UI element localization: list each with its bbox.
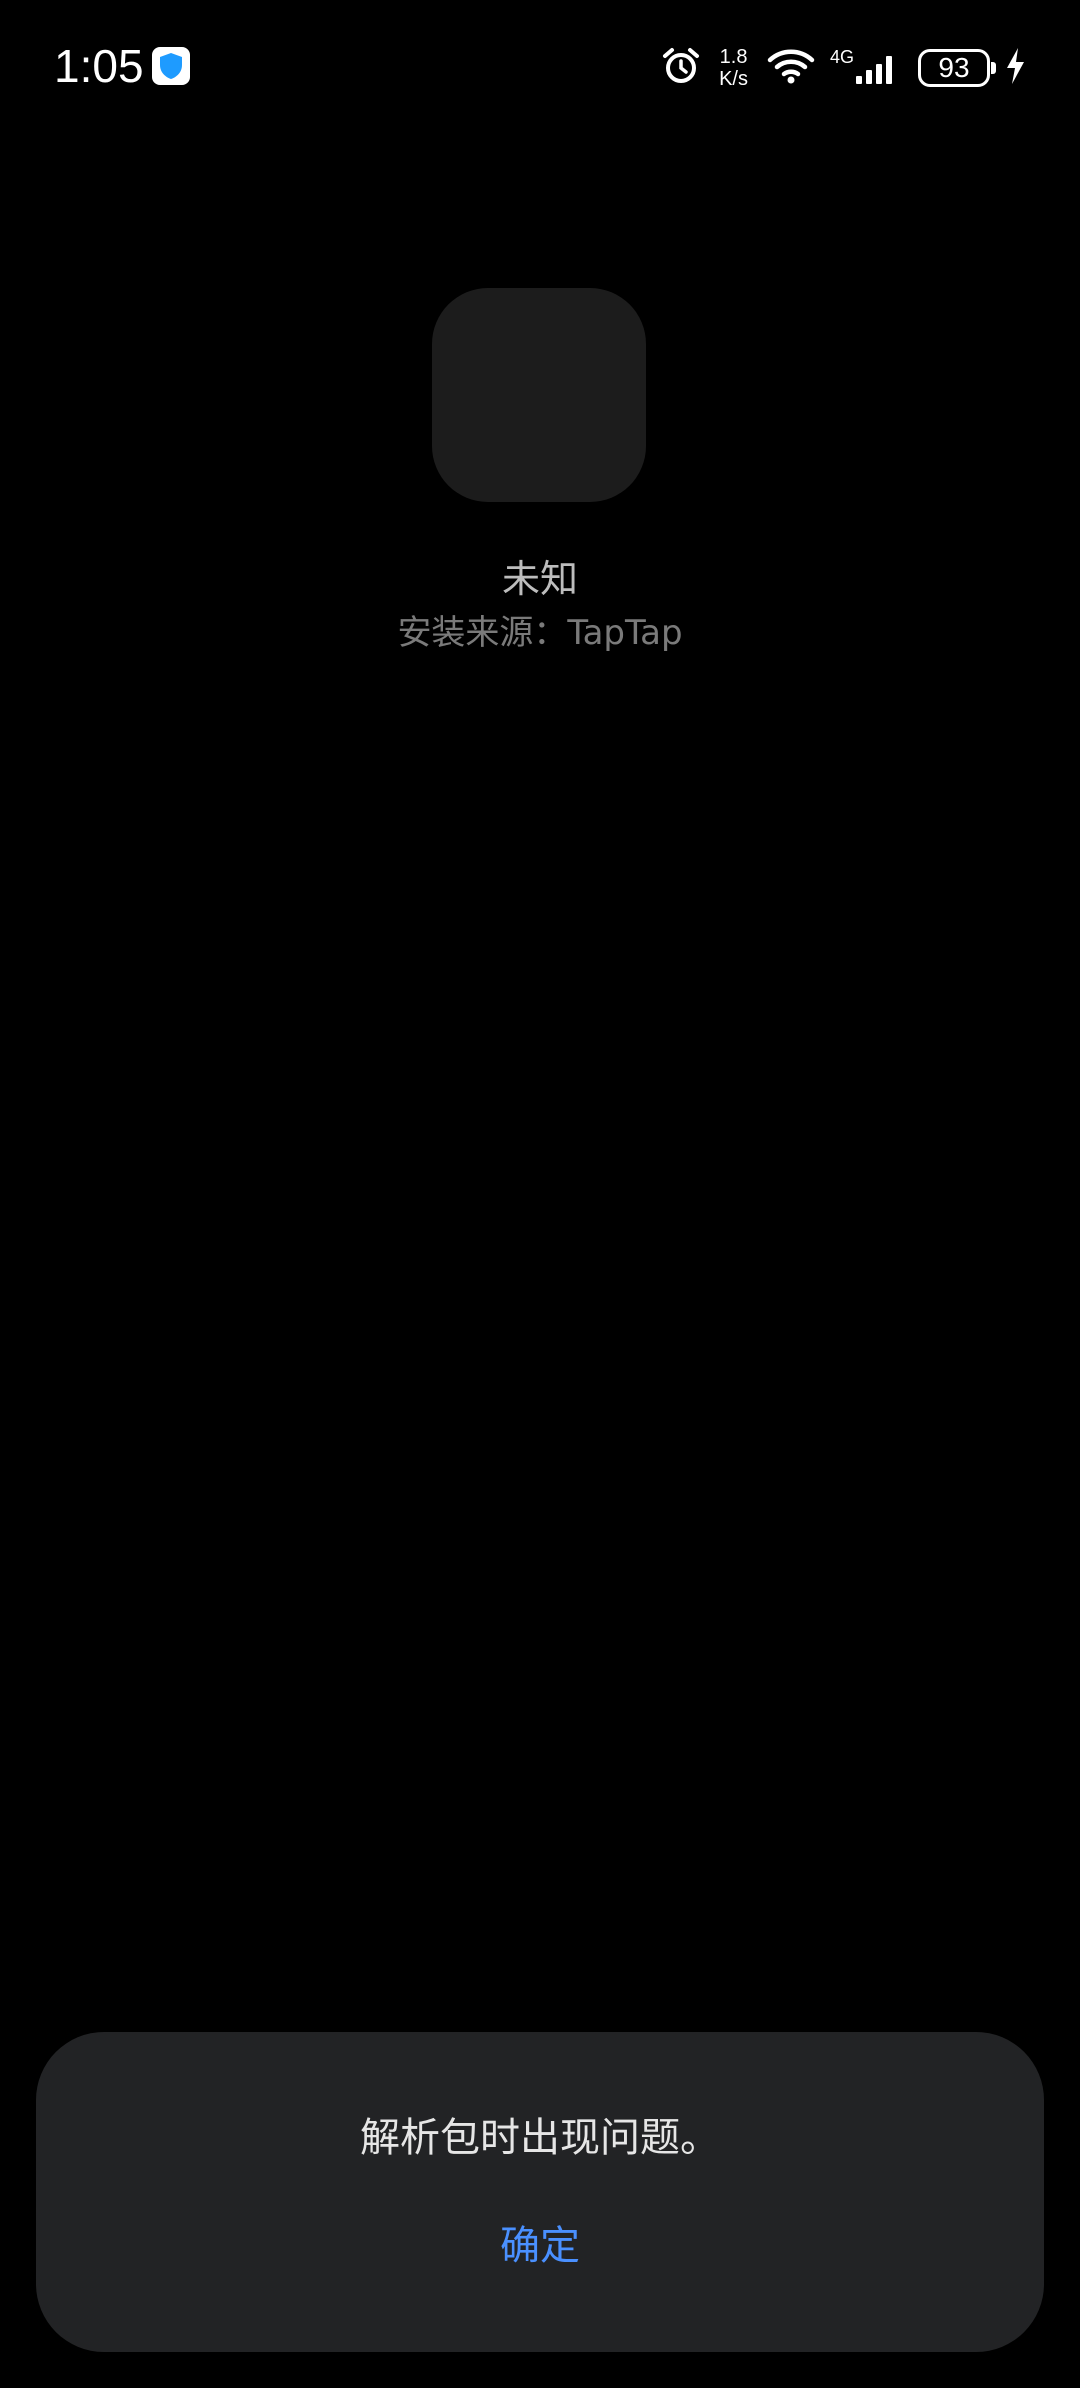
status-time: 1:05 (54, 40, 144, 92)
charging-icon (1004, 46, 1026, 90)
confirm-button[interactable]: 确定 (440, 2208, 640, 2284)
signal-icon: 4G (830, 48, 904, 88)
network-speed-unit: K/s (719, 68, 748, 90)
app-icon-placeholder (432, 288, 646, 502)
network-speed: 1.8 K/s (719, 46, 748, 90)
status-icons: 1.8 K/s 4G 93 (661, 40, 1026, 96)
error-dialog: 解析包时出现问题。 确定 (36, 2032, 1044, 2352)
battery-level: 93 (938, 52, 970, 83)
alarm-icon (661, 46, 701, 90)
install-source: 安装来源：TapTap (397, 613, 683, 653)
network-speed-value: 1.8 (719, 46, 748, 68)
shield-icon (152, 47, 190, 85)
dialog-message: 解析包时出现问题。 (360, 2115, 720, 2161)
status-bar: 1:05 1.8 K/s 4G 93 (0, 0, 1080, 136)
app-name: 未知 (501, 557, 578, 601)
wifi-icon (766, 46, 816, 90)
battery-icon: 93 (918, 49, 996, 87)
